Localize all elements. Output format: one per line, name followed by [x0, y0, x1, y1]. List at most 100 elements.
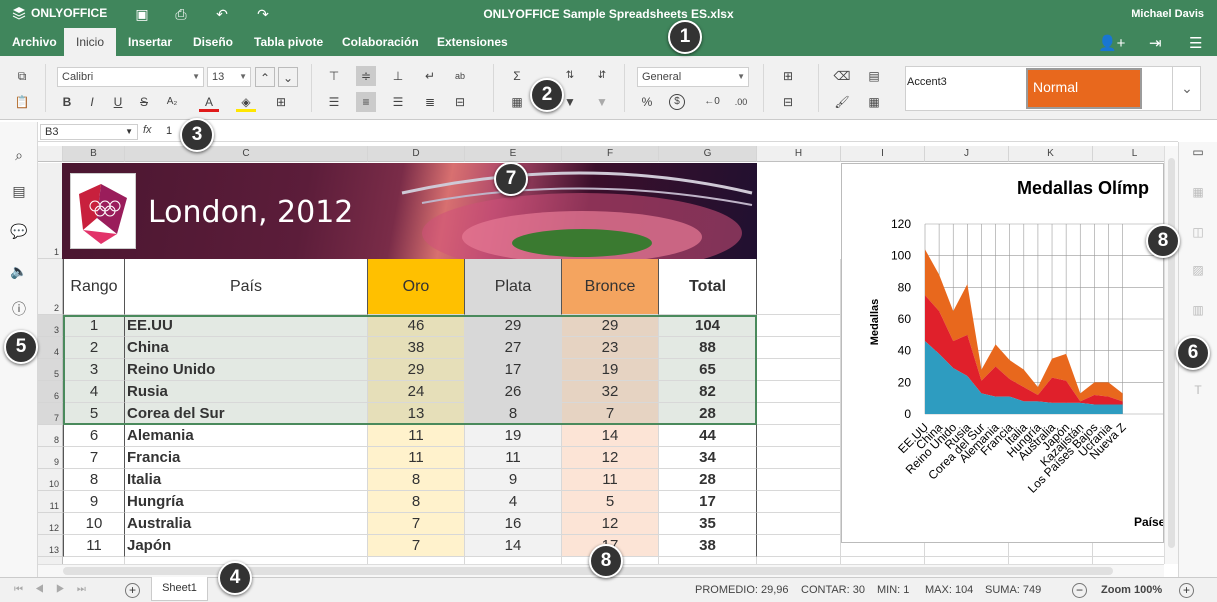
table-cell[interactable]: Italia — [125, 469, 368, 491]
row-header-6[interactable]: 6 — [38, 381, 63, 403]
tab-extensiones[interactable]: Extensiones — [425, 28, 520, 56]
font-size-select[interactable]: 13 ▼ — [207, 67, 251, 87]
table-cell[interactable]: 14 — [465, 535, 562, 557]
row-header-8[interactable]: 8 — [38, 425, 63, 447]
table-cell[interactable]: 5 — [63, 403, 125, 425]
open-location-icon[interactable]: ⇥ — [1149, 34, 1162, 52]
table-cell[interactable]: Rusia — [125, 381, 368, 403]
table-cell[interactable]: 11 — [562, 469, 659, 491]
grid-cell[interactable] — [757, 381, 841, 403]
grid-cell[interactable] — [1009, 557, 1093, 564]
row-header-2[interactable]: 2 — [38, 259, 63, 315]
table-cell[interactable]: 3 — [63, 359, 125, 381]
table-cell[interactable]: 11 — [368, 447, 465, 469]
font-family-select[interactable]: Calibri ▼ — [57, 67, 204, 87]
fill-color-icon[interactable]: ◈ — [236, 92, 256, 112]
column-header-i[interactable]: I — [841, 146, 925, 162]
row-header-5[interactable]: 5 — [38, 359, 63, 381]
table-cell[interactable]: 44 — [659, 425, 757, 447]
increase-font-icon[interactable]: ⌃ — [255, 67, 275, 87]
justify-icon[interactable]: ≣ — [420, 92, 440, 112]
tab-insertar[interactable]: Insertar — [116, 28, 184, 56]
style-normal[interactable]: Normal — [1026, 68, 1142, 109]
grid-cell[interactable] — [757, 447, 841, 469]
grid-cell[interactable] — [757, 425, 841, 447]
grid-cell[interactable] — [63, 557, 125, 564]
insert-function-icon[interactable]: ▦ — [507, 92, 527, 112]
row-header-1[interactable]: 1 — [38, 163, 63, 259]
table-cell[interactable]: 88 — [659, 337, 757, 359]
row-header-4[interactable]: 4 — [38, 337, 63, 359]
grid-cell[interactable] — [757, 557, 841, 564]
table-cell[interactable]: 17 — [465, 359, 562, 381]
table-cell[interactable]: 29 — [562, 315, 659, 337]
grid-cell[interactable] — [757, 337, 841, 359]
row-header-14[interactable]: 14 — [38, 557, 63, 564]
align-left-icon[interactable]: ☰ — [324, 92, 344, 112]
grid-cell[interactable] — [368, 557, 465, 564]
table-cell[interactable]: 6 — [63, 425, 125, 447]
table-cell[interactable]: 4 — [63, 381, 125, 403]
zoom-level[interactable]: Zoom 100% — [1101, 584, 1162, 596]
table-cell[interactable]: Reino Unido — [125, 359, 368, 381]
clear-filter-icon[interactable]: ▼ — [592, 92, 612, 112]
italic-button[interactable]: I — [82, 92, 102, 112]
grid-cell[interactable] — [465, 557, 562, 564]
align-bottom-icon[interactable]: ⊥ — [388, 66, 408, 86]
name-box[interactable]: B3 ▼ — [40, 124, 138, 140]
grid-cell[interactable] — [659, 557, 757, 564]
select-all-corner[interactable] — [38, 146, 63, 162]
table-cell[interactable]: 7 — [368, 535, 465, 557]
table-cell[interactable]: Australia — [125, 513, 368, 535]
table-cell[interactable]: 4 — [465, 491, 562, 513]
sheet-tab-sheet1[interactable]: Sheet1 — [151, 577, 208, 601]
row-header-12[interactable]: 12 — [38, 513, 63, 535]
row-header-10[interactable]: 10 — [38, 469, 63, 491]
align-right-icon[interactable]: ☰ — [388, 92, 408, 112]
table-cell[interactable]: EE.UU — [125, 315, 368, 337]
tab-diseno[interactable]: Diseño — [181, 28, 245, 56]
styles-dropdown-icon[interactable]: ⌄ — [1172, 67, 1201, 110]
table-cell[interactable]: Hungría — [125, 491, 368, 513]
row-header-11[interactable]: 11 — [38, 491, 63, 513]
align-top-icon[interactable]: ⊤ — [324, 66, 344, 86]
grid-cell[interactable] — [757, 469, 841, 491]
table-cell[interactable]: Japón — [125, 535, 368, 557]
grid-cell[interactable] — [757, 315, 841, 337]
column-header-j[interactable]: J — [925, 146, 1009, 162]
table-cell[interactable]: 38 — [368, 337, 465, 359]
grid-cell[interactable] — [757, 359, 841, 381]
sort-desc-icon[interactable]: ⇵ — [592, 66, 612, 86]
table-cell[interactable]: 24 — [368, 381, 465, 403]
table-cell[interactable]: 23 — [562, 337, 659, 359]
table-cell[interactable]: 16 — [465, 513, 562, 535]
menu-icon[interactable]: ☰ — [1189, 34, 1202, 52]
zoom-out-icon[interactable]: − — [1072, 583, 1087, 598]
chat-icon[interactable]: 💬 — [10, 222, 28, 240]
table-cell[interactable]: 7 — [63, 447, 125, 469]
number-format-select[interactable]: General ▼ — [637, 67, 749, 87]
grid-cell[interactable] — [757, 491, 841, 513]
align-center-icon[interactable]: ≡ — [356, 92, 376, 112]
conditional-format-icon[interactable]: ▤ — [864, 66, 884, 86]
table-cell[interactable]: 104 — [659, 315, 757, 337]
table-cell[interactable]: 29 — [465, 315, 562, 337]
table-cell[interactable]: 12 — [562, 513, 659, 535]
function-icon[interactable]: fx — [143, 124, 152, 136]
table-cell[interactable]: 32 — [562, 381, 659, 403]
cell-settings-icon[interactable]: ▭ — [1190, 144, 1206, 160]
table-cell[interactable]: Corea del Sur — [125, 403, 368, 425]
style-accent3[interactable]: Accent3 — [907, 76, 947, 88]
table-cell[interactable]: 1 — [63, 315, 125, 337]
feedback-icon[interactable]: 🔈 — [10, 262, 28, 280]
table-cell[interactable]: 8 — [465, 403, 562, 425]
table-cell[interactable]: 2 — [63, 337, 125, 359]
paste-icon[interactable]: 📋 — [12, 92, 32, 112]
table-cell[interactable]: 11 — [63, 535, 125, 557]
underline-button[interactable]: U — [108, 92, 128, 112]
subscript-icon[interactable]: A₂ — [162, 92, 182, 112]
column-header-c[interactable]: C — [125, 146, 368, 162]
grid-cell[interactable] — [125, 557, 368, 564]
wrap-text-icon[interactable]: ↵ — [420, 66, 440, 86]
row-header-9[interactable]: 9 — [38, 447, 63, 469]
